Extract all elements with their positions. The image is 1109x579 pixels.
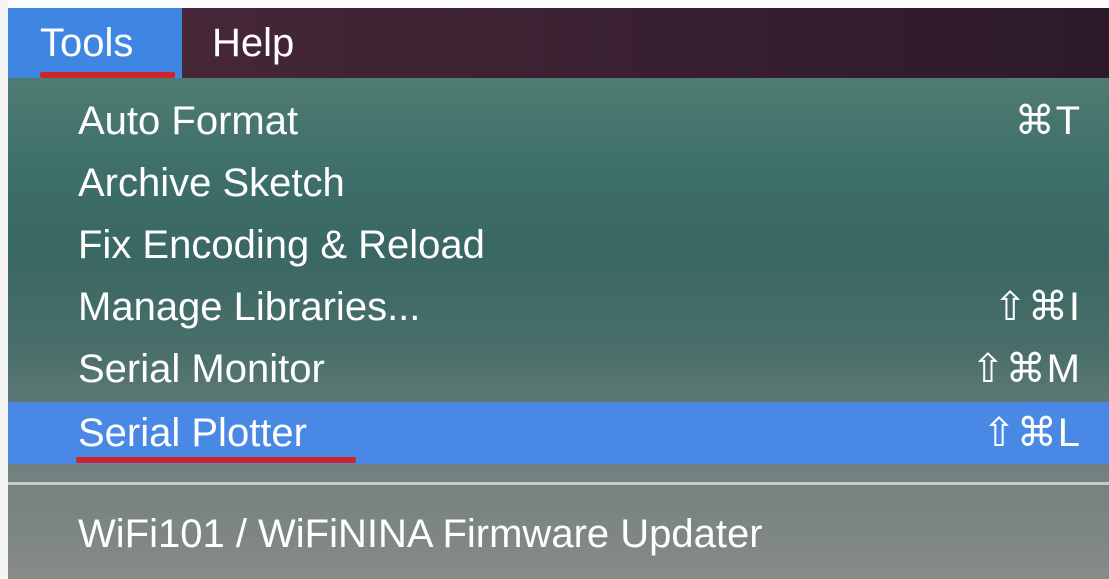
menu-separator (8, 482, 1109, 485)
menu-item-manage-libraries[interactable]: Manage Libraries... ⇧⌘I (8, 276, 1109, 338)
menu-item-label: Serial Plotter (78, 411, 307, 455)
menu-item-shortcut: ⇧⌘L (982, 411, 1081, 455)
menu-item-label: Fix Encoding & Reload (78, 223, 485, 267)
menubar-item-help[interactable]: Help (212, 8, 294, 78)
tools-menu-dropdown: Auto Format ⌘T Archive Sketch Fix Encodi… (8, 78, 1109, 579)
menubar-item-help-label: Help (212, 21, 295, 65)
screenshot-frame: Tools Help Auto Format ⌘T Archive Sketch… (0, 0, 1109, 579)
menu-item-label: Manage Libraries... (78, 285, 421, 329)
menu-item-shortcut: ⇧⌘M (971, 347, 1081, 391)
menu-item-wifi-firmware-updater[interactable]: WiFi101 / WiFiNINA Firmware Updater (8, 503, 1109, 565)
menubar-item-tools[interactable]: Tools (8, 8, 182, 78)
menu-item-label: WiFi101 / WiFiNINA Firmware Updater (78, 512, 763, 556)
menu-item-fix-encoding-reload[interactable]: Fix Encoding & Reload (8, 214, 1109, 276)
menu-item-label: Serial Monitor (78, 347, 325, 391)
menu-item-serial-monitor[interactable]: Serial Monitor ⇧⌘M (8, 338, 1109, 400)
window-edge-left (0, 0, 8, 579)
menubar-item-tools-label: Tools (40, 21, 134, 65)
window-edge-top (0, 0, 1109, 8)
menu-bar: Tools Help (8, 8, 1109, 78)
menu-item-auto-format[interactable]: Auto Format ⌘T (8, 90, 1109, 152)
menu-item-label: Archive Sketch (78, 161, 345, 205)
menu-item-shortcut: ⌘T (1014, 99, 1081, 143)
menu-item-serial-plotter[interactable]: Serial Plotter ⇧⌘L (8, 402, 1109, 464)
menu-item-archive-sketch[interactable]: Archive Sketch (8, 152, 1109, 214)
menu-item-label: Auto Format (78, 99, 299, 143)
menu-item-shortcut: ⇧⌘I (993, 285, 1081, 329)
annotation-underline-serial-plotter (76, 457, 356, 463)
